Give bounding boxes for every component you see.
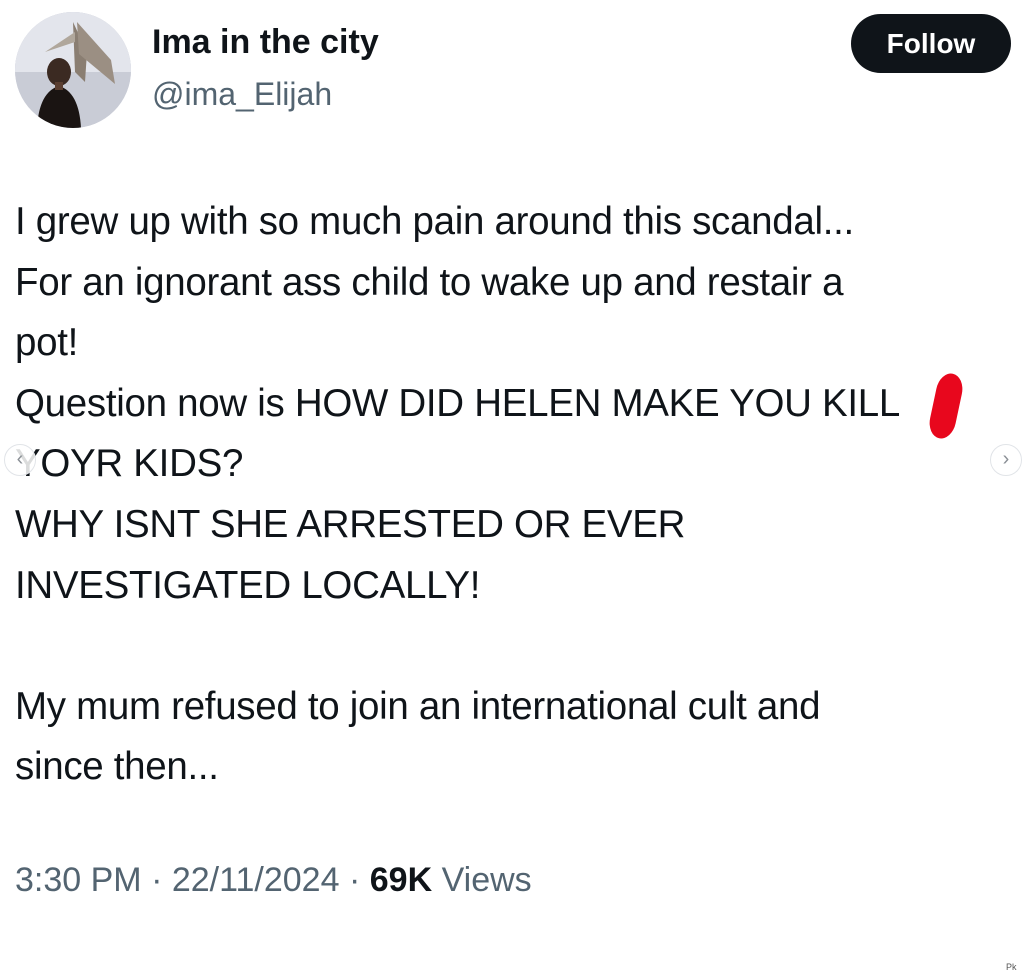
tweet-line: YOYR KIDS? (15, 442, 244, 486)
tweet-line: pot! (15, 321, 79, 365)
meta-separator: · (151, 861, 163, 899)
views-label: Views (441, 861, 532, 899)
views-count: 69K (369, 861, 433, 899)
follow-button[interactable]: Follow (851, 14, 1011, 73)
tweet-line: Question now is HOW DID HELEN MAKE YOU K… (15, 381, 901, 425)
tweet-text: I grew up with so much pain around this … (15, 192, 1005, 798)
carousel-next-icon[interactable]: › (990, 444, 1022, 476)
meta-separator: · (348, 861, 361, 899)
tweet-meta: 3:30 PM · 22/11/2024 · 69K Views (15, 858, 532, 902)
tweet-line: INVESTIGATED LOCALLY! (15, 563, 481, 607)
tweet-line: My mum refused to join an international … (15, 684, 821, 728)
user-handle[interactable]: @ima_Elijah (152, 72, 332, 116)
tweet-line: For an ignorant ass child to wake up and… (15, 260, 844, 304)
tweet-line: WHY ISNT SHE ARRESTED OR EVER (15, 502, 686, 546)
carousel-prev-icon[interactable]: ‹ (4, 444, 36, 476)
tweet-date[interactable]: 22/11/2024 (172, 861, 340, 899)
display-name[interactable]: Ima in the city (152, 20, 379, 64)
avatar-photo (15, 12, 131, 128)
tweet-time[interactable]: 3:30 PM (15, 861, 142, 899)
tweet-line: I grew up with so much pain around this … (15, 200, 854, 243)
tweet-line: since then... (15, 745, 219, 789)
avatar[interactable] (15, 12, 131, 128)
corner-tag: Pk (1006, 962, 1017, 972)
